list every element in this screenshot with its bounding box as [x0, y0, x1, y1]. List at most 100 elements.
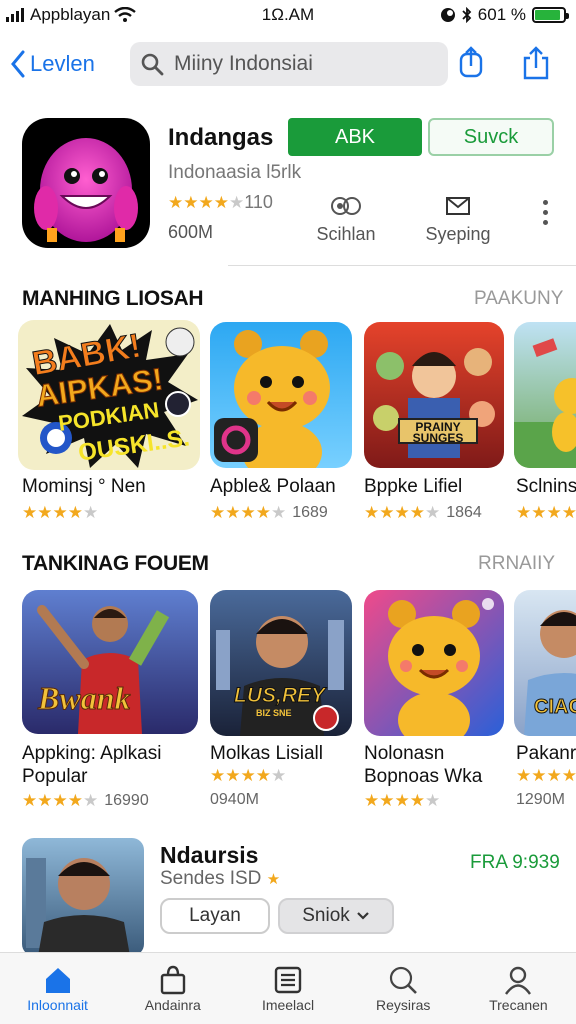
app-card-size: 0940M	[210, 791, 259, 808]
rating-count: 110	[244, 192, 273, 212]
rating-count: 1689	[292, 504, 328, 521]
app-card-name: Appking: Aplkasi	[22, 743, 162, 764]
art-text: Bwank	[37, 680, 131, 717]
app-card-size: 1290M	[516, 791, 565, 808]
share-icon[interactable]	[458, 46, 484, 78]
link-icon	[331, 197, 361, 215]
app-card-meta: ★★★★★	[22, 503, 104, 523]
upload-icon[interactable]	[522, 46, 550, 80]
star-rating: ★★★★★	[22, 791, 99, 810]
star-rating: ★★★★★	[364, 503, 441, 522]
art-text: LUS,REY	[233, 684, 326, 708]
search-icon	[390, 966, 418, 994]
app-card-name: Molkas Lisiall	[210, 743, 323, 764]
battery-fill	[535, 10, 561, 20]
chevron-left-icon	[11, 50, 25, 78]
section-title: TANKINAG FOUEM	[22, 552, 209, 575]
app-card-meta: ★★★★★ 16990	[22, 791, 149, 811]
bear-mascot-art	[388, 598, 494, 736]
app-card-meta: ★★★★★	[210, 766, 286, 786]
bag-icon	[160, 965, 185, 995]
app-card-name: Pakanr	[516, 743, 576, 764]
divider	[228, 265, 576, 266]
meta-link-label: Scihlan	[316, 224, 376, 244]
back-label: Levlen	[30, 51, 95, 76]
search-icon	[141, 53, 164, 76]
tab-search[interactable]: Reysiras	[346, 953, 461, 1024]
tab-home[interactable]: Inloonnait	[0, 953, 115, 1024]
bear-mascot-art	[214, 330, 330, 468]
featured-app-icon[interactable]	[22, 838, 144, 956]
home-icon	[45, 968, 70, 993]
app-card-name: Mominsj ° Nen	[22, 476, 146, 497]
tab-label: Imeelacl	[261, 997, 315, 1013]
art-text: CIAC	[534, 696, 576, 719]
star-rating: ★★★★★	[516, 503, 576, 522]
star-rating: ★★★★★	[168, 192, 245, 212]
search-text: Miiny Indonsiai	[174, 52, 313, 75]
mail-icon	[446, 197, 470, 215]
dropdown-label: Sniok	[302, 905, 350, 926]
app-card-thumb[interactable]	[364, 590, 504, 736]
star-rating: ★★★★★	[210, 503, 287, 522]
tab-label: Trecanen	[489, 997, 548, 1013]
meta-link[interactable]: Scihlan	[312, 192, 380, 245]
tab-profile[interactable]: Trecanen	[461, 953, 576, 1024]
app-card-thumb[interactable]: PRAINY SUNGES	[364, 322, 504, 468]
secondary-button[interactable]: Suvck	[428, 118, 554, 156]
get-button[interactable]: ABK	[288, 118, 422, 156]
featured-app-developer: Sendes ISD	[160, 868, 262, 889]
app-card-name-line2: Bopnoas Wka	[364, 766, 483, 787]
app-card-name: Apble& Polaan	[210, 476, 336, 497]
app-card-thumb[interactable]: Bwank	[22, 590, 198, 734]
app-card-meta: ★★★★★ 1689	[210, 503, 328, 523]
status-bar: Appblayan 1Ω.AM 601 %	[0, 0, 576, 30]
art-sign: PRAINY SUNGES	[398, 418, 478, 444]
app-rating: ★★★★★ 110	[168, 192, 273, 213]
app-card-meta: ★★★★★ 1864	[364, 503, 482, 523]
battery-percent: 601 %	[477, 5, 526, 24]
section-see-all-link[interactable]: RRNAIIY	[478, 553, 555, 575]
section-title: MANHING LIOSAH	[22, 287, 204, 310]
app-card-meta: ★★★★★	[516, 503, 576, 523]
search-input[interactable]: Miiny Indonsiai	[130, 42, 448, 86]
rating-count: 16990	[104, 792, 149, 809]
app-icon[interactable]	[22, 118, 150, 248]
bluetooth-icon	[462, 7, 472, 23]
app-card-meta: ★★★★★	[364, 791, 440, 811]
dropdown-button[interactable]: Sniok	[278, 898, 394, 934]
more-options-icon[interactable]	[543, 200, 548, 225]
tab-bar: Inloonnait Andainra Imeelacl Reysiras Tr…	[0, 952, 576, 1024]
app-developer: Indonaasia l5rlk	[168, 162, 302, 183]
star-rating: ★★★★★	[210, 766, 287, 785]
app-card-thumb[interactable]: LUS,REY BIZ SNE	[210, 590, 352, 736]
section-see-all-link[interactable]: PAAKUNY	[474, 288, 563, 310]
art-text: SUNGES	[412, 431, 464, 445]
app-card-thumb[interactable]: BABK! AIPKAS! PODKIAN OUSKI..S.	[18, 320, 200, 470]
app-card-name: Sclnins	[516, 476, 576, 497]
tab-label: Reysiras	[375, 997, 431, 1013]
tab-shop[interactable]: Andainra	[115, 953, 230, 1024]
app-title: Indangas	[168, 124, 274, 151]
back-button[interactable]: Levlen	[10, 50, 95, 78]
app-card-thumb[interactable]	[514, 322, 576, 468]
list-icon	[274, 966, 302, 994]
app-card-thumb[interactable]	[210, 322, 352, 468]
app-card-thumb[interactable]: CIAC	[514, 590, 576, 736]
star-rating: ★	[266, 871, 281, 888]
meta-mail[interactable]: Syeping	[422, 192, 494, 245]
comic-characters-art	[373, 348, 495, 458]
tab-label: Andainra	[144, 997, 201, 1013]
alarm-icon	[440, 8, 455, 22]
star-rating: ★★★★★	[22, 503, 99, 522]
person-icon	[505, 966, 532, 995]
tab-list[interactable]: Imeelacl	[230, 953, 345, 1024]
art-text: BIZ SNE	[256, 708, 292, 718]
meta-mail-label: Syeping	[425, 224, 491, 244]
open-button[interactable]: Layan	[160, 898, 270, 934]
nav-bar: Levlen Miiny Indonsiai	[0, 38, 576, 92]
rating-count: 1864	[446, 504, 482, 521]
app-card-name: Nolonasn	[364, 743, 445, 764]
park-scene-art	[514, 338, 576, 468]
featured-app-title: Ndaursis	[160, 842, 259, 868]
